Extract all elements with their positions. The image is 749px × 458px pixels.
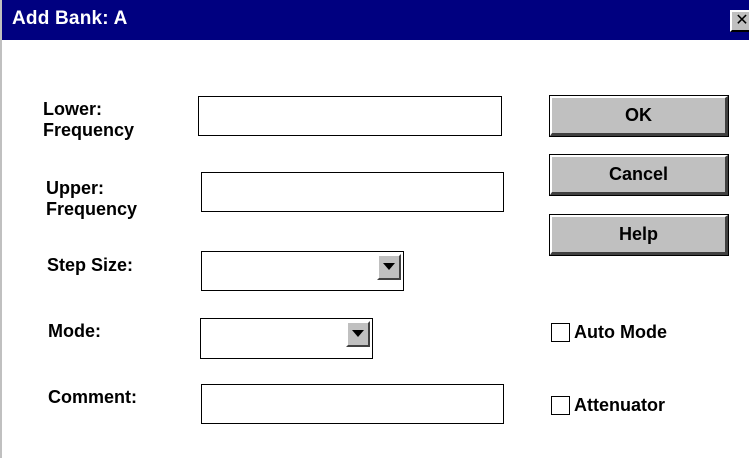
attenuator-label: Attenuator [574,395,665,415]
ok-button[interactable]: OK [549,95,729,137]
attenuator-checkbox-box[interactable] [551,396,570,415]
help-button[interactable]: Help [549,214,729,256]
comment-label: Comment: [48,387,137,407]
mode-label: Mode: [48,321,101,341]
dialog-title: Add Bank: A [12,8,128,29]
mode-dropdown[interactable] [200,318,373,359]
close-button[interactable]: ✕ [730,10,749,32]
upper-frequency-label-line2: Frequency [46,199,138,219]
chevron-down-icon [383,263,395,270]
cancel-button[interactable]: Cancel [549,154,729,196]
step-size-label: Step Size: [47,255,134,275]
upper-frequency-label-line1: Upper: [46,178,104,198]
lower-frequency-label: Lower: Frequency [43,99,134,141]
auto-mode-checkbox[interactable]: Auto Mode [551,322,667,343]
upper-frequency-input[interactable] [201,172,504,212]
lower-frequency-label-line1: Lower: [43,99,103,119]
step-size-dropdown[interactable] [201,251,404,291]
add-bank-dialog: Add Bank: A ✕ Lower: Frequency Upper: Fr… [0,0,749,458]
lower-frequency-input[interactable] [198,96,502,136]
comment-input[interactable] [201,384,504,424]
auto-mode-checkbox-box[interactable] [551,323,570,342]
upper-frequency-label: Upper: Frequency [46,178,137,220]
attenuator-checkbox[interactable]: Attenuator [551,395,665,416]
lower-frequency-label-line2: Frequency [43,120,135,140]
mode-dropdown-button[interactable] [346,321,370,347]
auto-mode-label: Auto Mode [574,322,667,342]
title-bar[interactable]: Add Bank: A ✕ [2,0,749,40]
chevron-down-icon [352,330,364,337]
close-icon: ✕ [735,12,749,29]
step-size-dropdown-button[interactable] [377,254,401,280]
